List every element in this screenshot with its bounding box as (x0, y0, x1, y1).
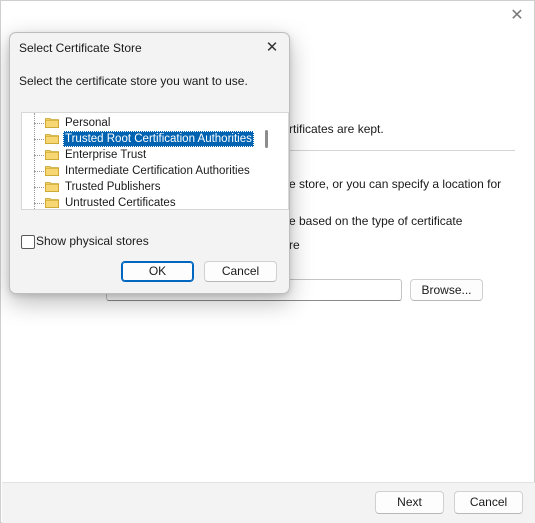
tree-connector (34, 139, 44, 140)
show-physical-stores-checkbox[interactable] (21, 235, 35, 249)
tree-connector (34, 155, 44, 156)
select-certificate-store-dialog: Select Certificate Store ✕ Select the ce… (9, 32, 290, 294)
store-tree-item[interactable]: Intermediate Certification Authorities (22, 163, 262, 179)
store-tree-item-label: Trusted Root Certification Authorities (63, 131, 254, 147)
folder-icon (45, 117, 59, 128)
store-instructions-text: e store, or you can specify a location f… (289, 177, 502, 191)
show-physical-stores-label[interactable]: Show physical stores (36, 234, 149, 248)
store-description-text: rtificates are kept. (289, 122, 384, 136)
cancel-button[interactable]: Cancel (454, 491, 523, 514)
divider (289, 150, 515, 151)
dialog-title: Select Certificate Store (19, 41, 142, 55)
folder-icon (45, 165, 59, 176)
tree-connector (34, 123, 44, 124)
close-icon[interactable]: ✕ (508, 7, 526, 25)
folder-icon (45, 133, 59, 144)
store-tree-item[interactable]: Trusted Root Certification Authorities (22, 131, 262, 147)
folder-icon (45, 181, 59, 192)
store-tree-item-label: Untrusted Certificates (65, 197, 176, 209)
store-tree-item-label: Trusted Publishers (65, 181, 161, 193)
folder-icon (45, 149, 59, 160)
certificate-store-tree[interactable]: Personal Trusted Root Certification Autho… (21, 112, 289, 210)
tree-connector (34, 171, 44, 172)
tree-connector (34, 203, 44, 204)
store-tree-item[interactable]: Trusted Publishers (22, 179, 262, 195)
vertical-scrollbar[interactable] (265, 130, 268, 148)
store-tree-item-label: Personal (65, 117, 111, 129)
store-tree-item-label: Enterprise Trust (65, 149, 147, 161)
store-tree-item-label: Intermediate Certification Authorities (65, 165, 250, 177)
ok-button[interactable]: OK (121, 261, 194, 282)
close-icon[interactable]: ✕ (261, 37, 283, 59)
browse-button[interactable]: Browse... (410, 279, 483, 301)
dialog-cancel-button[interactable]: Cancel (204, 261, 277, 282)
tree-connector (34, 187, 44, 188)
place-all-option-label: re (289, 238, 300, 252)
folder-icon (45, 197, 59, 208)
auto-select-option-label: e based on the type of certificate (289, 214, 463, 228)
store-tree-item[interactable]: Personal (22, 115, 262, 131)
store-tree-item[interactable]: Untrusted Certificates (22, 195, 262, 209)
next-button[interactable]: Next (375, 491, 444, 514)
dialog-prompt: Select the certificate store you want to… (19, 74, 248, 88)
store-tree-item[interactable]: Enterprise Trust (22, 147, 262, 163)
